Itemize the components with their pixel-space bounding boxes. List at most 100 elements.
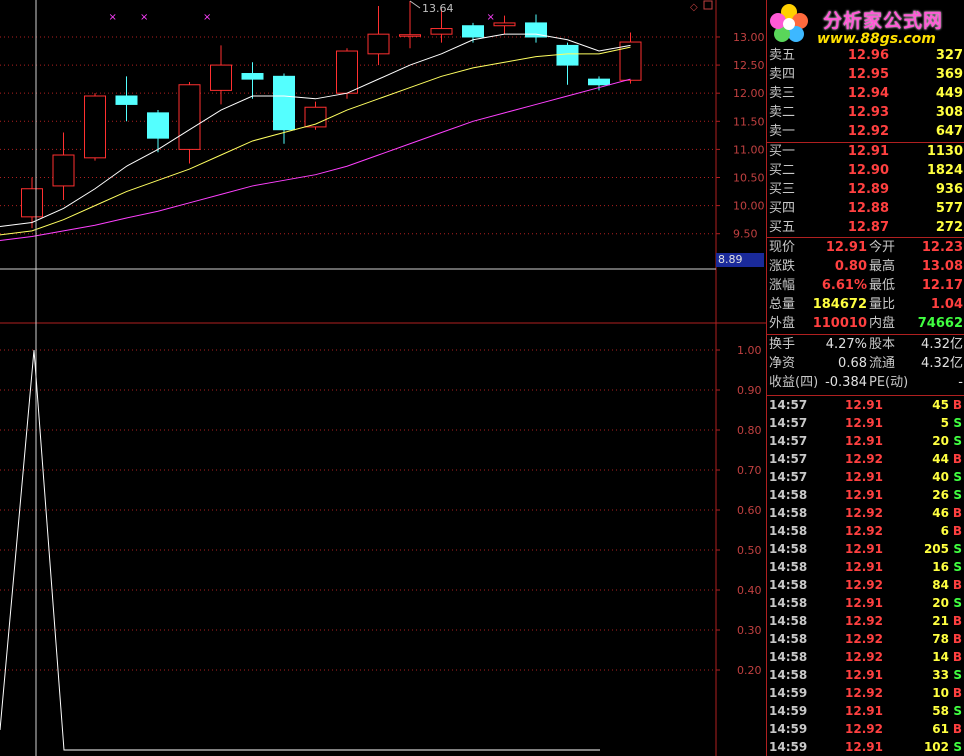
ask-row: 卖五 12.96 327 [767,46,964,65]
logo-chinese-text: 分析家公式网 [823,10,944,32]
indicator-axis-label: 0.60 [737,504,762,517]
stat-value: 4.32亿 [921,337,963,352]
tick-time: 14:57 [769,398,808,412]
tick-price: 12.91 [845,488,883,502]
level-label: 买一 [769,144,796,159]
tick-row[interactable]: 14:58 12.92 84 B [767,576,964,594]
level-price: 12.93 [847,105,889,120]
tick-row[interactable]: 14:59 12.91 102 S [767,738,964,756]
diamond-icon: ◇ [690,2,698,13]
tick-time: 14:59 [769,704,808,718]
quote-row: 现价 12.91 今开 12.23 [767,238,964,257]
flower-logo-icon [770,4,808,42]
tick-row[interactable]: 14:58 12.92 46 B [767,504,964,522]
stat-label: 最高 [869,259,896,274]
tick-side: S [953,704,962,718]
level-label: 买四 [769,201,796,216]
tick-price: 12.92 [845,686,883,700]
candle-body-down [147,112,169,139]
stat-label: 现价 [769,240,796,255]
tick-row[interactable]: 14:57 12.91 40 S [767,468,964,486]
level-price: 12.89 [847,182,889,197]
quote-row: 涨跌 0.80 最高 13.08 [767,257,964,276]
level-label: 买三 [769,182,796,197]
tick-side: B [952,722,962,736]
tick-price: 12.91 [845,704,883,718]
tick-row[interactable]: 14:58 12.91 26 S [767,486,964,504]
tick-volume: 58 [932,704,949,718]
tick-side: B [952,632,962,646]
tick-row[interactable]: 14:58 12.91 205 S [767,540,964,558]
tick-volume: 20 [932,434,949,448]
tick-row[interactable]: 14:58 12.92 21 B [767,612,964,630]
tick-row[interactable]: 14:58 12.91 20 S [767,594,964,612]
tick-row[interactable]: 14:58 12.91 33 S [767,666,964,684]
tick-side: B [952,614,962,628]
tick-side: B [952,578,962,592]
tick-volume: 10 [932,686,949,700]
tick-price: 12.91 [845,668,883,682]
tick-volume: 33 [932,668,949,682]
candle-body-down [525,22,547,38]
price-axis-label: 11.50 [733,115,765,128]
stat-label: 收益(四) [769,375,819,390]
tick-volume: 205 [923,542,949,556]
candle-body-down [241,73,264,80]
tick-time: 14:59 [769,686,808,700]
stat-value: 12.91 [825,240,867,255]
kline-chart-area[interactable]: 13.00 12.50 12.00 11.50 11.00 10.50 10.00 9.50 1… [0,0,766,756]
tick-row[interactable]: 14:58 12.92 6 B [767,522,964,540]
stat-value: 110010 [812,316,867,331]
tick-row[interactable]: 14:59 12.91 58 S [767,702,964,720]
bid-row: 买五 12.87 272 [767,218,964,237]
tick-volume: 61 [932,722,949,736]
price-axis-label: 13.00 [733,31,765,44]
tick-side: S [953,542,962,556]
tick-row[interactable]: 14:57 12.91 5 S [767,414,964,432]
quote-row: 外盘 110010 内盘 74662 [767,314,964,333]
level-label: 卖二 [769,105,796,120]
level-volume: 647 [935,124,963,139]
stat-value: 0.68 [838,356,867,371]
kline-chart-svg[interactable]: 13.00 12.50 12.00 11.50 11.00 10.50 10.00 9.50 1… [0,0,766,756]
indicator-axis-label: 0.70 [737,464,762,477]
indicator-axis-label: 0.80 [737,424,762,437]
level-label: 卖一 [769,124,796,139]
signal-marker: × [487,12,495,23]
tick-row[interactable]: 14:58 12.92 14 B [767,648,964,666]
candle-body-up [84,95,106,159]
tick-row[interactable]: 14:57 12.91 20 S [767,432,964,450]
level-volume: 308 [935,105,963,120]
level-label: 卖三 [769,86,796,101]
price-axis-label: 9.50 [733,228,758,241]
candle-body-up [619,41,642,81]
info-row: 净资 0.68 流通 4.32亿 [767,354,964,373]
price-axis-label: 10.00 [733,200,765,213]
level-volume: 272 [935,220,963,235]
indicator-axis-label: 1.00 [737,344,762,357]
tick-price: 12.92 [845,524,883,538]
tick-time: 14:59 [769,740,808,754]
stat-value: -0.384 [825,375,867,390]
level-price: 12.96 [847,48,889,63]
tick-volume: 44 [932,452,949,466]
level-volume: 577 [935,201,963,216]
tick-price: 12.92 [845,578,883,592]
price-axis-label: 12.50 [733,59,765,72]
ask-row: 卖四 12.95 369 [767,65,964,84]
tick-row[interactable]: 14:57 12.92 44 B [767,450,964,468]
stat-label: 量比 [869,297,896,312]
tick-row[interactable]: 14:59 12.92 10 B [767,684,964,702]
tick-volume: 14 [932,650,949,664]
tick-row[interactable]: 14:58 12.91 16 S [767,558,964,576]
tick-row[interactable]: 14:58 12.92 78 B [767,630,964,648]
level-volume: 327 [935,48,963,63]
stat-value: 6.61% [821,278,867,293]
level-label: 卖五 [769,48,796,63]
signal-marker: × [140,12,148,23]
tick-row[interactable]: 14:57 12.91 45 B [767,396,964,414]
tick-row[interactable]: 14:59 12.92 61 B [767,720,964,738]
tick-side: S [953,488,962,502]
stat-value: 1.04 [930,297,963,312]
stat-value: 12.17 [921,278,963,293]
